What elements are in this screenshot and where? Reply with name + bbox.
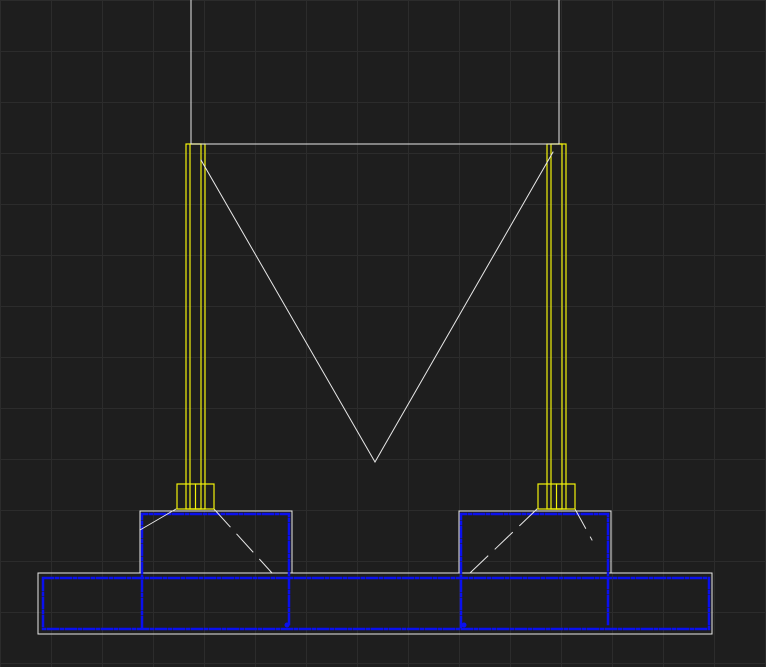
right-pedestal-rebar[interactable]: [459, 512, 610, 629]
left-column-inner: [189, 143, 202, 510]
right-pedestal-diagonal-left: [469, 508, 538, 574]
tie-beam-outline[interactable]: [37, 572, 713, 635]
right-column-inner: [550, 143, 563, 510]
left-pedestal-outline[interactable]: [139, 510, 293, 574]
background-grid: [0, 0, 766, 667]
right-pedestal-outline[interactable]: [458, 510, 612, 574]
left-pedestal-rebar[interactable]: [140, 512, 291, 629]
right-column-outer[interactable]: [546, 143, 567, 510]
left-grip-marker[interactable]: [284, 622, 290, 628]
left-column-outer[interactable]: [185, 143, 206, 510]
left-pedestal-diagonal-left: [139, 508, 177, 531]
cad-drawing-canvas[interactable]: [0, 0, 766, 667]
right-grip-marker[interactable]: [461, 622, 467, 628]
left-pedestal-diagonal-right: [213, 508, 273, 574]
